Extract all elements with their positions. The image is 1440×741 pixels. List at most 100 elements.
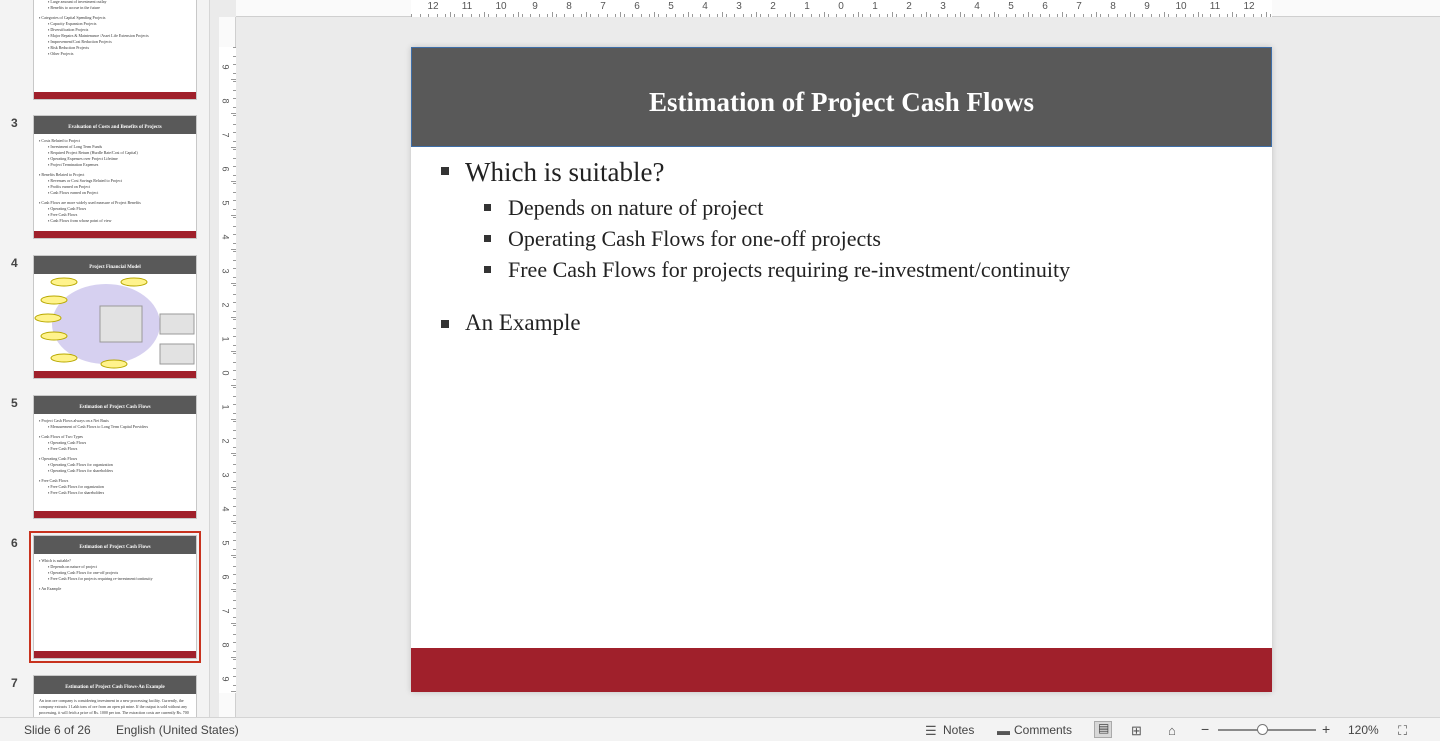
ruler-tick: [231, 79, 236, 80]
zoom-out-button[interactable]: −: [1201, 721, 1209, 737]
ruler-tick: [691, 14, 693, 17]
slide-thumbnail[interactable]: Estimation of Project Cash Flows Which is…: [29, 531, 201, 663]
ruler-tick: [233, 276, 236, 278]
ruler-tick: [1014, 14, 1016, 17]
ruler-tick: [776, 14, 778, 17]
ruler-tick: [904, 14, 905, 17]
slide-title[interactable]: Estimation of Project Cash Flows: [411, 87, 1272, 118]
ruler-tick: [751, 14, 752, 17]
ruler-tick: [233, 55, 236, 57]
ruler-tick: [921, 14, 922, 17]
ruler-tick: [742, 14, 744, 17]
ruler-label: 9: [220, 676, 231, 682]
ruler-tick: [1082, 14, 1084, 17]
ruler-tick: [231, 419, 236, 420]
bullet-level2[interactable]: Depends on nature of project: [508, 195, 763, 221]
ruler-label: 1: [872, 1, 878, 12]
ruler-tick: [233, 540, 236, 541]
ruler-tick: [233, 438, 236, 439]
grid-view-icon[interactable]: ⊞: [1131, 723, 1142, 739]
ruler-tick: [233, 633, 236, 635]
ruler-tick: [606, 14, 608, 17]
slide-thumbnail[interactable]: Evaluation of Costs and Benefits of Proj…: [33, 115, 197, 239]
ruler-tick: [233, 684, 236, 686]
ruler-label: 0: [838, 1, 844, 12]
ruler-tick: [1133, 14, 1135, 17]
ruler-tick: [233, 361, 236, 363]
ruler-tick: [513, 14, 514, 17]
bullet-marker: [441, 320, 449, 328]
ruler-tick: [989, 14, 990, 17]
ruler-tick: [233, 667, 236, 669]
notes-button[interactable]: Notes: [943, 723, 974, 737]
ruler-tick: [487, 14, 489, 17]
ruler-tick: [1057, 14, 1058, 17]
bullet-level2[interactable]: Operating Cash Flows for one-off project…: [508, 226, 881, 252]
ruler-tick: [1176, 14, 1177, 17]
ruler-tick: [1232, 12, 1233, 17]
ruler-tick: [233, 47, 236, 48]
diagram-oval: [50, 277, 78, 287]
bullet-level1[interactable]: An Example: [465, 310, 581, 336]
ruler-tick: [654, 12, 655, 17]
thumbnail-number: 3: [11, 116, 18, 130]
zoom-slider-thumb[interactable]: [1256, 724, 1268, 735]
ruler-tick: [233, 344, 236, 346]
slide-thumbnail[interactable]: What is unique about Capital Spending Pr…: [33, 0, 197, 100]
ruler-tick: [666, 14, 667, 17]
bullet-level1[interactable]: Which is suitable?: [465, 157, 664, 188]
powerpoint-window: What is unique about Capital Spending Pr…: [0, 0, 1440, 741]
ruler-tick: [233, 89, 236, 91]
ruler-tick: [649, 14, 650, 17]
ruler-label: 1: [220, 336, 231, 342]
slide-thumbnail-panel[interactable]: What is unique about Capital Spending Pr…: [0, 0, 210, 717]
fit-slide-icon[interactable]: ⛶: [1398, 723, 1407, 739]
ruler-tick: [231, 487, 236, 488]
ruler-tick: [734, 14, 735, 17]
language-indicator[interactable]: English (United States): [116, 723, 239, 737]
ruler-label: 4: [702, 1, 708, 12]
ruler-label: 5: [1008, 1, 1014, 12]
slide-thumbnail[interactable]: Project Financial Model: [33, 255, 197, 379]
ruler-tick: [555, 14, 557, 17]
bullet-level2[interactable]: Free Cash Flows for projects requiring r…: [508, 257, 1070, 283]
ruler-tick: [683, 14, 684, 17]
ruler-tick: [1201, 14, 1203, 17]
ruler-tick: [233, 166, 236, 167]
slide-thumbnail[interactable]: Estimation of Project Cash Flows Project …: [33, 395, 197, 519]
ruler-tick: [484, 12, 485, 17]
vertical-ruler[interactable]: 9 8 7 6 5 4 3 2 1 0 1 2 3 4 5 6 7 8 9: [219, 17, 236, 717]
ruler-tick: [231, 113, 236, 114]
ruler-tick: [980, 14, 982, 17]
ruler-label: 4: [220, 506, 231, 512]
ruler-tick: [233, 616, 236, 618]
zoom-in-button[interactable]: +: [1322, 721, 1330, 737]
horizontal-ruler[interactable]: 12 11 10 9 8 7 6 5 4 3 2 1 0 1 2 3 4 5 6 7 8 9 10 11 12: [236, 0, 1440, 17]
ruler-tick: [231, 521, 236, 522]
ruler-label: 1: [220, 404, 231, 410]
slide-canvas[interactable]: Estimation of Project Cash Flows Which i…: [411, 47, 1272, 692]
ruler-label: 9: [1144, 1, 1150, 12]
zoom-level[interactable]: 120%: [1348, 723, 1379, 737]
ruler-label: 5: [668, 1, 674, 12]
ruler-tick: [887, 14, 888, 17]
thumbnail-body: Costs Related to ProjectInvestment of Lo…: [39, 138, 192, 224]
ruler-tick: [598, 14, 599, 17]
ruler-tick: [233, 429, 236, 431]
comments-button[interactable]: Comments: [1014, 723, 1072, 737]
diagram-oval: [40, 295, 68, 305]
reading-view-icon[interactable]: ⌂: [1168, 723, 1176, 738]
ruler-tick: [538, 14, 540, 17]
ruler-tick: [231, 215, 236, 216]
ruler-tick: [231, 249, 236, 250]
ruler-tick: [233, 582, 236, 584]
ruler-label: 8: [220, 642, 231, 648]
slide-thumbnail[interactable]: Estimation of Project Cash Flows-An Exam…: [33, 675, 197, 717]
ruler-tick: [231, 691, 236, 692]
ruler-tick: [233, 72, 236, 74]
normal-view-button[interactable]: ▤: [1094, 721, 1112, 738]
diagram-oval: [50, 353, 78, 363]
ruler-tick: [233, 183, 236, 184]
ruler-tick: [231, 385, 236, 386]
ruler-tick: [861, 14, 863, 17]
